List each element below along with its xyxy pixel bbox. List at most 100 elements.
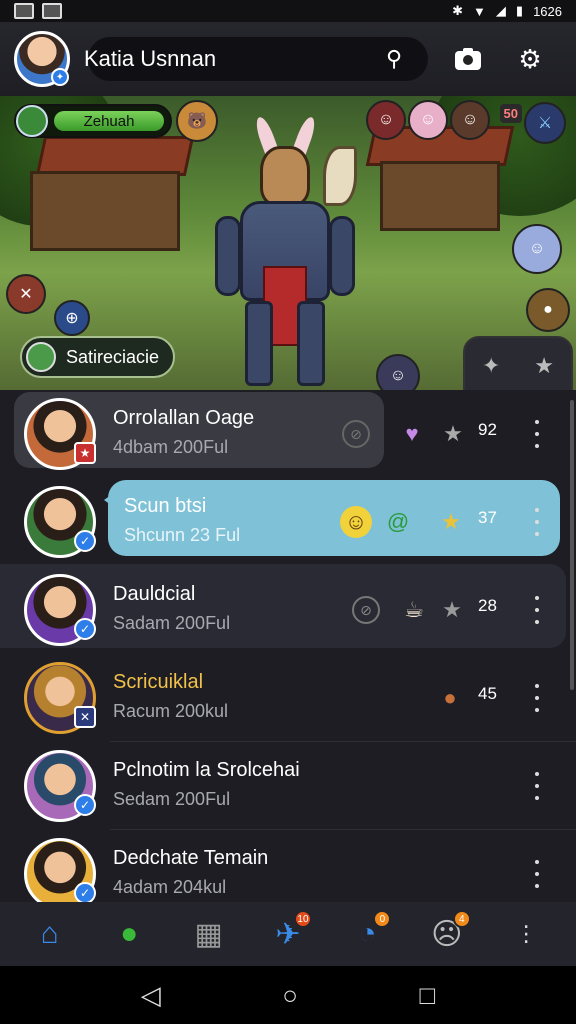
verified-badge-icon: ✓ [74,882,96,902]
contact-status: Racum 200kul [113,701,229,721]
search-bar[interactable]: Katia Usnnan ⚲ [84,37,428,81]
contact-name: Pclnotim la Srolcehai [113,759,300,781]
contact-status: 4dbam 200Ful [113,437,229,457]
back-icon[interactable]: ◁ [141,980,161,1011]
star-icon[interactable]: ★ [437,418,469,450]
list-item[interactable]: ✓ Dauldcial Sadam 200Ful ⊘ ☕ ★ 28 [0,566,566,654]
blocked-icon[interactable]: ⊘ [342,420,370,448]
notification-badge: 10 [293,910,312,928]
more-icon[interactable]: ⋮ [504,912,548,956]
friend-avatar-icon[interactable]: ☺ [450,100,490,140]
pin-icon[interactable]: ✦ [482,353,500,379]
more-options-icon[interactable] [528,592,546,628]
verified-badge-icon: ✓ [74,530,96,552]
username-label: Katia Usnnan [84,46,217,71]
more-options-icon[interactable] [528,504,546,540]
notification-badge: 0 [373,910,392,928]
level-tag: 50 [499,104,522,123]
message-count: 45 [478,684,497,703]
more-options-icon[interactable] [528,768,546,804]
gear-icon[interactable]: ⚙ [508,37,552,81]
star-icon[interactable]: ★ [436,594,468,626]
signal-icon: ◢ [495,3,506,18]
list-item[interactable]: ✓ Pclnotim la Srolcehai Sedam 200Ful [0,742,566,830]
status-bar: ✱ ▼ ◢ ▮ 1626 [0,0,576,22]
system-nav-bar: ◁ ○ □ [0,966,576,1024]
list-item[interactable]: ✓ Dedchate Temain 4adam 204kul [0,830,566,902]
favorites-tab[interactable]: ✦ ★ [463,336,573,396]
hut-right [380,161,500,231]
player-avatar [16,105,48,137]
star-badge-icon: ★ [74,442,96,464]
swords-icon[interactable]: ⚔ [524,102,566,144]
app-header: ✦ Katia Usnnan ⚲ ⚙ [0,22,576,96]
heart-icon[interactable]: ♥ [396,418,428,450]
app-icon [42,3,62,19]
hero-character[interactable] [205,114,365,386]
star-icon[interactable]: ★ [435,506,467,538]
notification-badge: 4 [452,910,471,928]
xp-label: Zehuah [54,111,164,131]
friend-avatar-icon[interactable]: ☺ [376,354,420,390]
clock-icon[interactable]: ◔ 0 [345,910,392,956]
hut-roof [35,136,195,176]
emoji-icon[interactable]: ☹ 4 [425,910,471,956]
message-count: 92 [478,420,497,439]
contact-name: Scricuiklal [113,671,204,693]
house-icon[interactable]: ▦ [187,912,231,956]
gift-icon[interactable]: ☕ [398,594,430,626]
compass-icon[interactable]: ⊕ [54,300,90,336]
list-item[interactable]: ★ Orrolallan Oage 4dbam 200Ful ⊘ ♥ ★ 92 [0,390,566,478]
star-icon[interactable]: ★ [534,353,554,379]
rank-badge-icon: ✦ [51,68,69,86]
battle-icon[interactable]: ✕ [6,274,46,314]
contact-name: Scun btsi [124,495,207,517]
pet-icon[interactable]: 🐻 [176,100,218,142]
friend-avatar-icon[interactable]: ☺ [366,100,406,140]
class-badge-icon: ✕ [74,706,96,728]
location-chip[interactable]: Satireciacie [20,336,176,378]
bottom-nav: ⌂ ● ▦ ✈ 10 ◔ 0 ☹ 4 ⋮ [0,902,576,966]
scrollbar[interactable] [570,400,574,690]
bird-icon[interactable]: ✈ 10 [266,910,312,956]
verified-badge-icon: ✓ [74,618,96,640]
message-count: 28 [478,596,497,615]
contact-name: Orrolallan Oage [113,407,255,429]
profile-avatar[interactable]: ✦ [14,31,70,87]
friend-avatar-icon[interactable]: ☺ [408,100,448,140]
camera-icon[interactable] [446,37,490,81]
more-options-icon[interactable] [528,416,546,452]
bluetooth-icon: ✱ [452,3,464,18]
home-circle-icon[interactable]: ○ [282,980,298,1011]
contact-status: 4adam 204kul [113,877,227,897]
xp-bar[interactable]: Zehuah [14,104,172,138]
verified-badge-icon: ✓ [74,794,96,816]
wifi-icon: ▼ [473,3,486,19]
smile-icon[interactable]: ☺ [340,506,372,538]
battery-icon: ▮ [515,3,524,18]
companion-icon[interactable]: ☺ [512,224,562,274]
chat-list: ★ Orrolallan Oage 4dbam 200Ful ⊘ ♥ ★ 92 … [0,390,576,902]
list-item[interactable]: ✕ Scricuiklal Racum 200kul ● 45 [0,654,566,742]
bear-icon[interactable]: ● [526,288,570,332]
list-item[interactable]: ✓ Scun btsi Shcunn 23 Ful ☺ @ ★ 37 [0,478,566,566]
home-icon[interactable]: ⌂ [28,912,72,956]
contact-status: Shcunn 23 Ful [124,525,241,545]
contact-name: Dedchate Temain [113,847,269,869]
swirl-icon[interactable]: @ [382,506,414,538]
hut-left [30,171,180,251]
message-count: 37 [478,508,497,527]
contact-name: Dauldcial [113,583,196,605]
blocked-icon[interactable]: ⊘ [352,596,380,624]
recents-icon[interactable]: □ [420,980,436,1011]
clock-time: 1626 [533,3,562,19]
location-avatar [26,342,56,372]
leaf-icon[interactable]: ● [107,912,151,956]
search-icon[interactable]: ⚲ [372,37,416,81]
pet-icon[interactable]: ● [434,682,466,714]
more-options-icon[interactable] [528,680,546,716]
contact-status: Sedam 200Ful [113,789,231,809]
location-label: Satireciacie [66,346,160,367]
more-options-icon[interactable] [528,856,546,892]
contact-status: Sadam 200Ful [113,613,231,633]
